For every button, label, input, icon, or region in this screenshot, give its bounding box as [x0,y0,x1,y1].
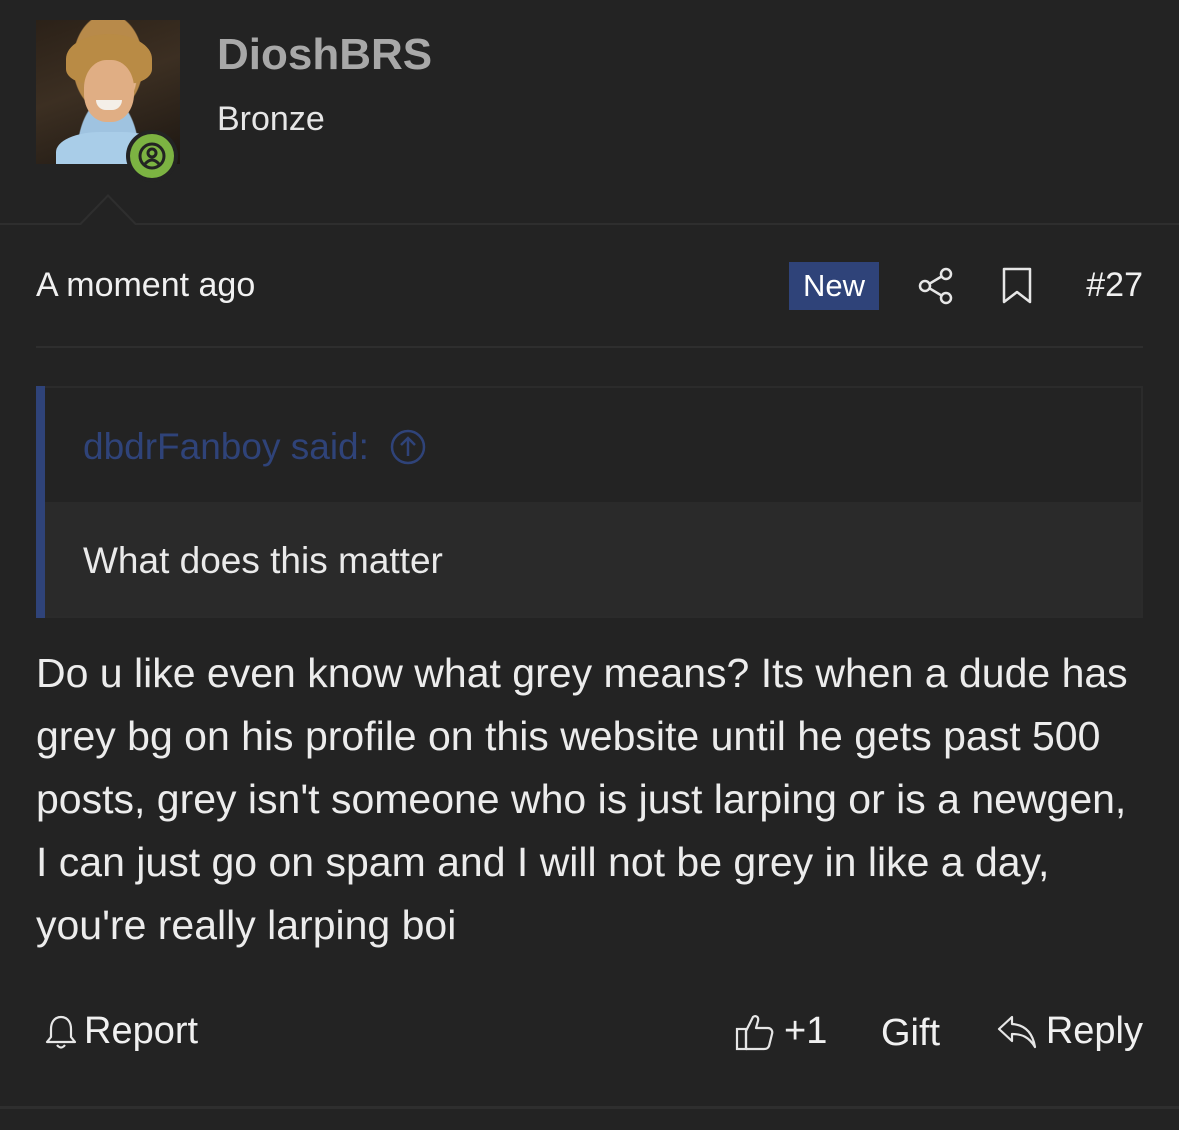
user-header: DioshBRS Bronze [0,0,1179,224]
bookmark-icon[interactable] [1000,266,1034,306]
share-icon[interactable] [916,266,956,306]
like-button[interactable]: +1 [734,1010,827,1053]
post-timestamp[interactable]: A moment ago [36,266,255,305]
header-divider [0,223,1179,225]
quote-body: What does this matter [45,502,1141,616]
meta-divider [36,346,1143,348]
online-status-badge [126,130,178,182]
post-number-link[interactable]: #27 [1086,266,1143,305]
post-bottom-divider [0,1106,1179,1109]
post-actions: Report +1 Gift Reply [36,1004,1143,1064]
quote-header: dbdrFanboy said: [45,388,1141,502]
header-pointer-fill [80,197,136,226]
post-container: DioshBRS Bronze A moment ago New #27 dbd… [0,0,1179,1130]
reply-label: Reply [1045,1010,1143,1052]
like-count: +1 [784,1010,828,1052]
new-badge: New [789,262,879,310]
report-button[interactable]: Report [44,1010,198,1053]
report-label: Report [84,1010,199,1052]
bell-icon [45,1015,77,1049]
quote-author-link[interactable]: dbdrFanboy said: [83,426,427,468]
avatar-face [84,60,134,122]
arrow-up-circle-icon[interactable] [389,428,427,466]
username[interactable]: DioshBRS [217,30,432,80]
quote-accent-bar [36,386,45,618]
gift-button[interactable]: Gift [881,1010,940,1056]
reply-button[interactable]: Reply [996,1010,1143,1053]
quote-block: dbdrFanboy said: What does this matter [36,386,1143,618]
user-rank: Bronze [217,100,325,138]
quote-author-label: dbdrFanboy said: [83,426,369,467]
user-online-icon [130,134,174,178]
post-message: Do u like even know what grey means? Its… [36,650,1128,948]
reply-arrow-icon [997,1015,1036,1048]
post-meta-row: A moment ago New #27 [36,258,1143,314]
thumbs-up-icon [735,1014,774,1050]
quote-text: What does this matter [83,540,443,581]
